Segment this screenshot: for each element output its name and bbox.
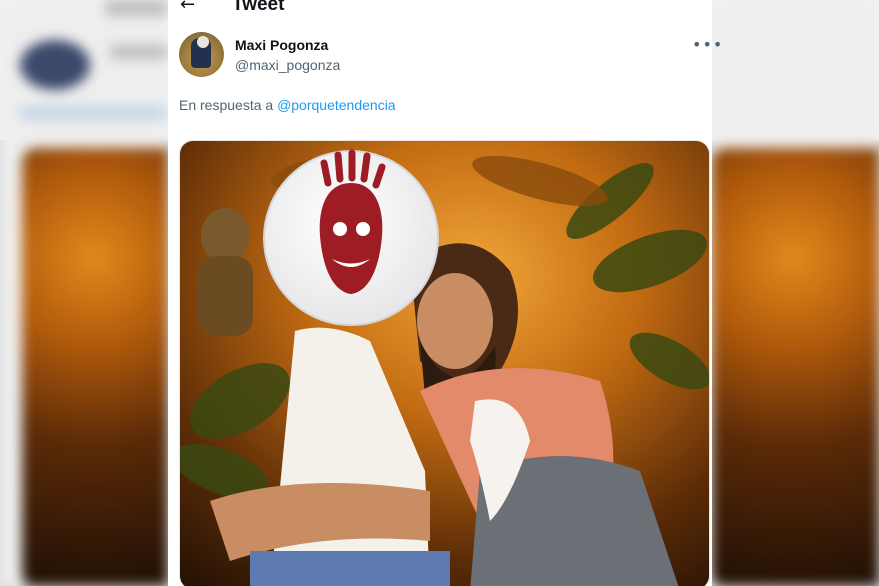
background-photo	[22, 148, 168, 586]
background-text-line	[20, 106, 168, 120]
reply-context: En respuesta a @porquetendencia	[179, 97, 396, 113]
reply-prefix: En respuesta a	[179, 97, 274, 113]
photo-icon	[180, 141, 709, 586]
background-blur-left	[0, 0, 168, 586]
avatar-figure-head	[197, 36, 209, 48]
avatar[interactable]	[179, 32, 224, 77]
tweet-header: ← Tweet	[168, 0, 712, 20]
background-blur-right	[712, 0, 879, 586]
background-avatar	[20, 40, 90, 90]
background-text-line	[110, 45, 168, 59]
author-name[interactable]: Maxi Pogonza	[235, 37, 328, 53]
background-text-line	[105, 0, 168, 16]
more-horizontal-icon[interactable]: •••	[692, 35, 723, 54]
reply-mention-link[interactable]: @porquetendencia	[277, 97, 396, 113]
author-handle[interactable]: @maxi_pogonza	[235, 57, 340, 73]
tweet-photo[interactable]	[179, 140, 710, 586]
background-photo	[712, 148, 879, 586]
tweet-card: ← Tweet Maxi Pogonza @maxi_pogonza ••• E…	[168, 0, 722, 586]
arrow-left-icon[interactable]: ←	[180, 0, 195, 15]
page-title: Tweet	[232, 0, 285, 15]
